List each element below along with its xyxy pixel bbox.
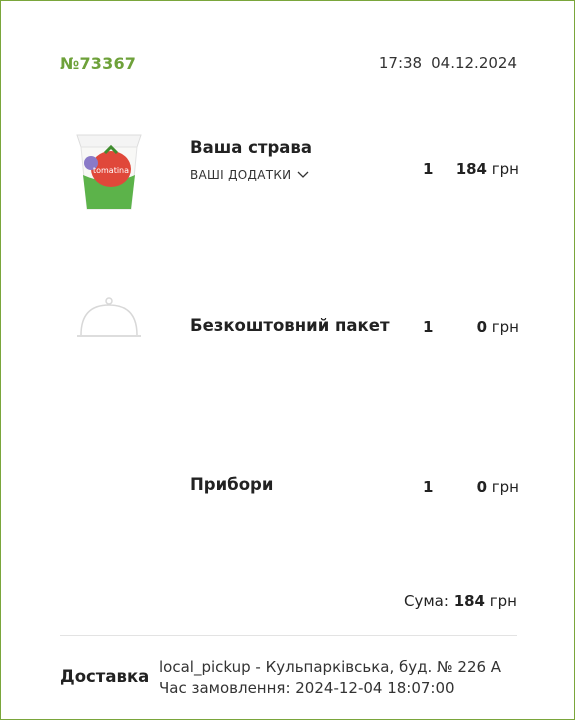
delivery-address: local_pickup - Кульпарківська, буд. № 22… (159, 658, 502, 676)
order-item: Прибори 1 0 грн (1, 441, 576, 551)
item-price-currency: грн (491, 160, 519, 178)
total-label: Сума: (403, 592, 449, 610)
item-price-value: 0 (476, 478, 487, 496)
chevron-down-icon (297, 168, 309, 182)
delivery-info: local_pickup - Кульпарківська, буд. № 22… (159, 657, 501, 699)
order-time: 17:38 (378, 54, 423, 72)
item-price-value: 0 (476, 318, 487, 336)
item-price: 0 грн (477, 318, 519, 336)
order-item: tomatina Ваша страва ВАШІ ДОДАТКИ 1 184 … (1, 121, 576, 231)
item-name: Безкоштовний пакет (190, 316, 390, 335)
delivery-label: Доставка (60, 667, 150, 686)
order-number: №73367 (60, 54, 137, 73)
item-price: 184 грн (456, 160, 519, 178)
order-datetime: 17:38 04.12.2024 (379, 54, 517, 72)
item-quantity: 1 (423, 160, 434, 178)
addons-toggle[interactable]: ВАШІ ДОДАТКИ (190, 168, 309, 182)
addons-label: ВАШІ ДОДАТКИ (190, 168, 292, 182)
item-name: Прибори (190, 475, 274, 494)
item-price-currency: грн (491, 318, 519, 336)
order-time-info: Час замовлення: 2024-12-04 18:07:00 (159, 679, 455, 697)
item-quantity: 1 (423, 478, 434, 496)
order-item: Безкоштовний пакет 1 0 грн (1, 281, 576, 391)
item-name: Ваша страва (190, 138, 312, 157)
order-total: Сума: 184 грн (404, 592, 517, 610)
product-image: tomatina (69, 127, 149, 217)
order-card: №73367 17:38 04.12.2024 tomatina Ваша стр… (0, 0, 575, 720)
product-brand-label: tomatina (93, 166, 129, 175)
divider (60, 635, 517, 636)
item-price-currency: грн (491, 478, 519, 496)
total-currency: грн (489, 592, 517, 610)
cloche-icon (69, 289, 149, 379)
total-amount: 184 (453, 592, 485, 610)
item-quantity: 1 (423, 318, 434, 336)
item-price-value: 184 (455, 160, 487, 178)
item-price: 0 грн (477, 478, 519, 496)
order-date: 04.12.2024 (431, 54, 517, 72)
